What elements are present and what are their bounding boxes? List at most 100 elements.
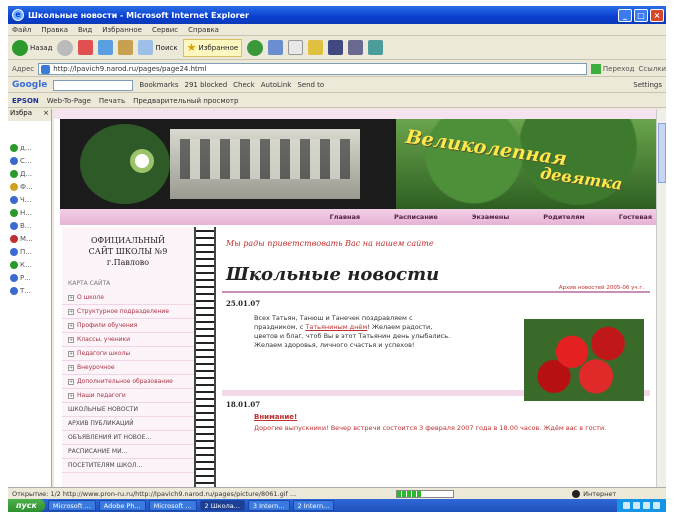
star-icon: ★ xyxy=(186,41,197,54)
stop-button[interactable] xyxy=(78,40,94,55)
favorites-item[interactable]: Р... xyxy=(8,271,51,284)
sidebar-item[interactable]: + Педагоги школы xyxy=(62,347,194,361)
expand-icon: + xyxy=(68,308,74,315)
sidebar-item[interactable]: + Наши педагоги xyxy=(62,389,194,403)
minimize-button[interactable]: _ xyxy=(618,8,632,22)
favorites-button[interactable]: ★ Избранное xyxy=(182,38,243,57)
send-to-button[interactable]: Send to xyxy=(297,81,324,89)
google-search-input[interactable] xyxy=(53,79,134,91)
sidebar-link[interactable]: ПОСЕТИТЕЛЯМ ШКОЛ... xyxy=(62,459,194,473)
taskbar-item[interactable]: 2 Школа... xyxy=(199,500,245,511)
nav-exams[interactable]: Экзамены xyxy=(472,213,509,221)
discuss-button[interactable] xyxy=(348,40,364,55)
taskbar-item[interactable]: 3 Intern... xyxy=(247,500,290,511)
address-input[interactable]: http://lpavich9.narod.ru/pages/page24.ht… xyxy=(38,62,587,75)
favorites-item[interactable]: В... xyxy=(8,219,51,232)
sidebar-link[interactable]: ОБЪЯВЛЕНИЯ ИТ НОВОЕ... xyxy=(62,431,194,445)
nav-guestbook[interactable]: Гостевая xyxy=(619,213,652,221)
home-button[interactable] xyxy=(118,40,134,55)
back-arrow-icon xyxy=(12,39,28,56)
favorites-item[interactable]: Т... xyxy=(8,284,51,297)
favorites-item[interactable]: Ф... xyxy=(8,180,51,193)
favorites-item[interactable]: Н... xyxy=(8,206,51,219)
sidebar-item[interactable]: + Классы, ученики xyxy=(62,333,194,347)
close-panel-icon[interactable]: × xyxy=(43,109,49,121)
media-button[interactable] xyxy=(247,39,264,56)
favorites-item[interactable]: С... xyxy=(8,154,51,167)
scroll-thumb[interactable] xyxy=(658,123,666,183)
status-text: Открытие: 1/2 http://www.pron-ru.ru/http… xyxy=(12,489,297,498)
sidebar-item[interactable]: + Внеурочное xyxy=(62,361,194,375)
divider xyxy=(222,291,650,293)
menu-tools[interactable]: Сервис xyxy=(152,26,178,34)
favorites-item[interactable]: К... xyxy=(8,258,51,271)
popup-blocked-button[interactable]: 291 blocked xyxy=(185,81,228,89)
ie-window: e Школьные новости - Microsoft Internet … xyxy=(8,6,666,512)
taskbar-item[interactable]: 2 Intern... xyxy=(292,500,335,511)
expand-icon: + xyxy=(68,322,74,329)
menu-help[interactable]: Справка xyxy=(188,26,219,34)
menu-file[interactable]: Файл xyxy=(12,26,31,34)
expand-icon: + xyxy=(68,336,74,343)
sidebar-item[interactable]: + Профили обучения xyxy=(62,319,194,333)
mail-button[interactable] xyxy=(288,40,304,55)
nav-parents[interactable]: Родителям xyxy=(543,213,584,221)
favorites-panel: Избра × д... С... Д... Ф... Ч... Н... В.… xyxy=(8,109,52,489)
refresh-button[interactable] xyxy=(98,40,114,55)
favorites-item[interactable]: М... xyxy=(8,232,51,245)
messenger-button[interactable] xyxy=(368,40,384,55)
maximize-button[interactable]: □ xyxy=(634,8,648,22)
school-building-image xyxy=(170,129,360,199)
go-arrow-icon xyxy=(590,63,601,74)
print-preview-button[interactable]: Предварительный просмотр xyxy=(133,97,238,105)
back-button[interactable]: Назад xyxy=(12,39,52,57)
go-button[interactable]: Переход xyxy=(590,63,634,74)
nav-schedule[interactable]: Расписание xyxy=(394,213,438,221)
menu-favorites[interactable]: Избранное xyxy=(102,26,142,34)
bookmarks-button[interactable]: Bookmarks xyxy=(139,81,178,89)
sidebar-item[interactable]: + Структурное подразделение xyxy=(62,305,194,319)
sidebar-link[interactable]: АРХИВ ПУБЛИКАЦИЙ xyxy=(62,417,194,431)
epson-logo: EPSON xyxy=(12,96,39,105)
page-scrollbar[interactable] xyxy=(656,109,666,487)
autolink-button[interactable]: AutoLink xyxy=(261,81,292,89)
archive-link[interactable]: Архив новостей 2005-06 уч.г. xyxy=(559,285,644,291)
menu-view[interactable]: Вид xyxy=(78,26,92,34)
edit-button[interactable] xyxy=(328,40,344,55)
search-icon xyxy=(138,40,154,55)
title-bar: e Школьные новости - Microsoft Internet … xyxy=(8,6,666,24)
sidebar-item[interactable]: + Дополнительное образование xyxy=(62,375,194,389)
links-label[interactable]: Ссылки xyxy=(638,65,666,73)
sidebar-link[interactable]: РАСПИСАНИЕ МИ... xyxy=(62,445,194,459)
news-date: 25.01.07 xyxy=(226,299,261,308)
sidebar-link[interactable]: ШКОЛЬНЫЕ НОВОСТИ xyxy=(62,403,194,417)
check-button[interactable]: Check xyxy=(233,81,255,89)
taskbar-item[interactable]: Microsoft ... xyxy=(47,500,96,511)
google-logo[interactable]: Google xyxy=(12,80,47,90)
tray-icon xyxy=(633,502,640,509)
start-button[interactable]: пуск xyxy=(8,499,45,512)
favorites-item[interactable]: д... xyxy=(8,141,51,154)
favorites-item[interactable]: Д... xyxy=(8,167,51,180)
menu-edit[interactable]: Правка xyxy=(41,26,68,34)
print-epson-button[interactable]: Печать xyxy=(99,97,125,105)
site-map-label: КАРТА САЙТА xyxy=(68,280,111,287)
taskbar-item[interactable]: Adobe Ph... xyxy=(98,500,146,511)
settings-button[interactable]: Settings xyxy=(633,81,662,89)
taskbar-item[interactable]: Microsoft ... xyxy=(148,500,197,511)
address-bar: Адрес http://lpavich9.narod.ru/pages/pag… xyxy=(8,61,666,77)
favorites-item[interactable]: П... xyxy=(8,245,51,258)
history-button[interactable] xyxy=(268,40,284,55)
search-button[interactable]: Поиск xyxy=(138,39,178,57)
close-button[interactable]: × xyxy=(650,8,664,22)
nav-home[interactable]: Главная xyxy=(330,213,360,221)
forward-button[interactable] xyxy=(57,39,74,56)
sidebar-item[interactable]: + О школе xyxy=(62,291,194,305)
web-to-page-button[interactable]: Web-To-Page xyxy=(47,97,91,105)
news-date: 18.01.07 xyxy=(226,400,261,409)
favorites-item[interactable]: Ч... xyxy=(8,193,51,206)
news-link[interactable]: Татьяниным днём xyxy=(305,323,367,331)
address-label: Адрес xyxy=(12,64,35,73)
load-progress-bar xyxy=(396,489,455,498)
print-button[interactable] xyxy=(308,40,324,55)
